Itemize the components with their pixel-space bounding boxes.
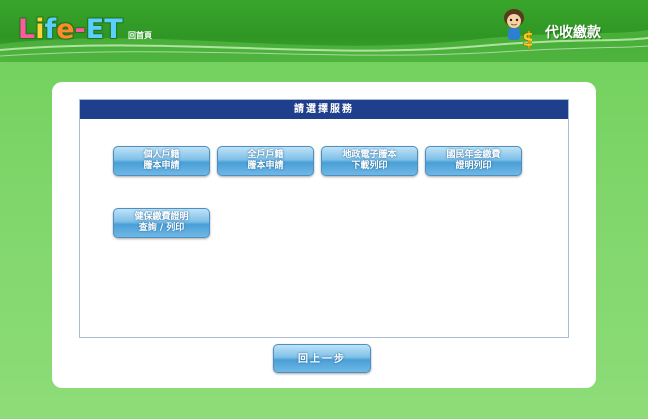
whole-household-transcript-button[interactable]: 全戶戶籍 謄本申請 bbox=[217, 146, 314, 176]
button-label-line2: 下載列印 bbox=[351, 161, 388, 171]
service-box-title: 請選擇服務 bbox=[80, 100, 568, 119]
header-title: 代收繳款 bbox=[545, 25, 601, 41]
button-label-line1: 全戶戶籍 bbox=[247, 150, 284, 160]
health-insurance-certificate-button[interactable]: 健保繳費證明 查詢 / 列印 bbox=[113, 208, 210, 238]
button-label-line2: 證明列印 bbox=[455, 161, 492, 171]
home-link[interactable]: 回首頁 bbox=[128, 30, 152, 41]
logo-text: Life-ET bbox=[18, 13, 123, 45]
button-label-line2: 謄本申請 bbox=[247, 161, 284, 171]
boy-with-dollar-icon: $ bbox=[504, 9, 532, 50]
button-label-line1: 地政電子謄本 bbox=[342, 150, 397, 160]
button-label-line1: 個人戶籍 bbox=[143, 150, 180, 160]
button-label-line1: 國民年金繳費 bbox=[446, 150, 501, 160]
button-label-line1: 健保繳費證明 bbox=[134, 212, 189, 222]
personal-household-transcript-button[interactable]: 個人戶籍 謄本申請 bbox=[113, 146, 210, 176]
back-button[interactable]: 回上一步 bbox=[273, 344, 371, 373]
button-label-line2: 謄本申請 bbox=[143, 161, 180, 171]
life-et-logo[interactable]: Life-ET bbox=[18, 12, 123, 46]
national-pension-certificate-button[interactable]: 國民年金繳費 證明列印 bbox=[425, 146, 522, 176]
header-bar: Life-ET 回首頁 $ 代收繳款 bbox=[0, 0, 648, 62]
land-e-transcript-button[interactable]: 地政電子謄本 下載列印 bbox=[321, 146, 418, 176]
button-label-line2: 查詢 / 列印 bbox=[138, 223, 185, 233]
svg-text:$: $ bbox=[522, 27, 532, 50]
